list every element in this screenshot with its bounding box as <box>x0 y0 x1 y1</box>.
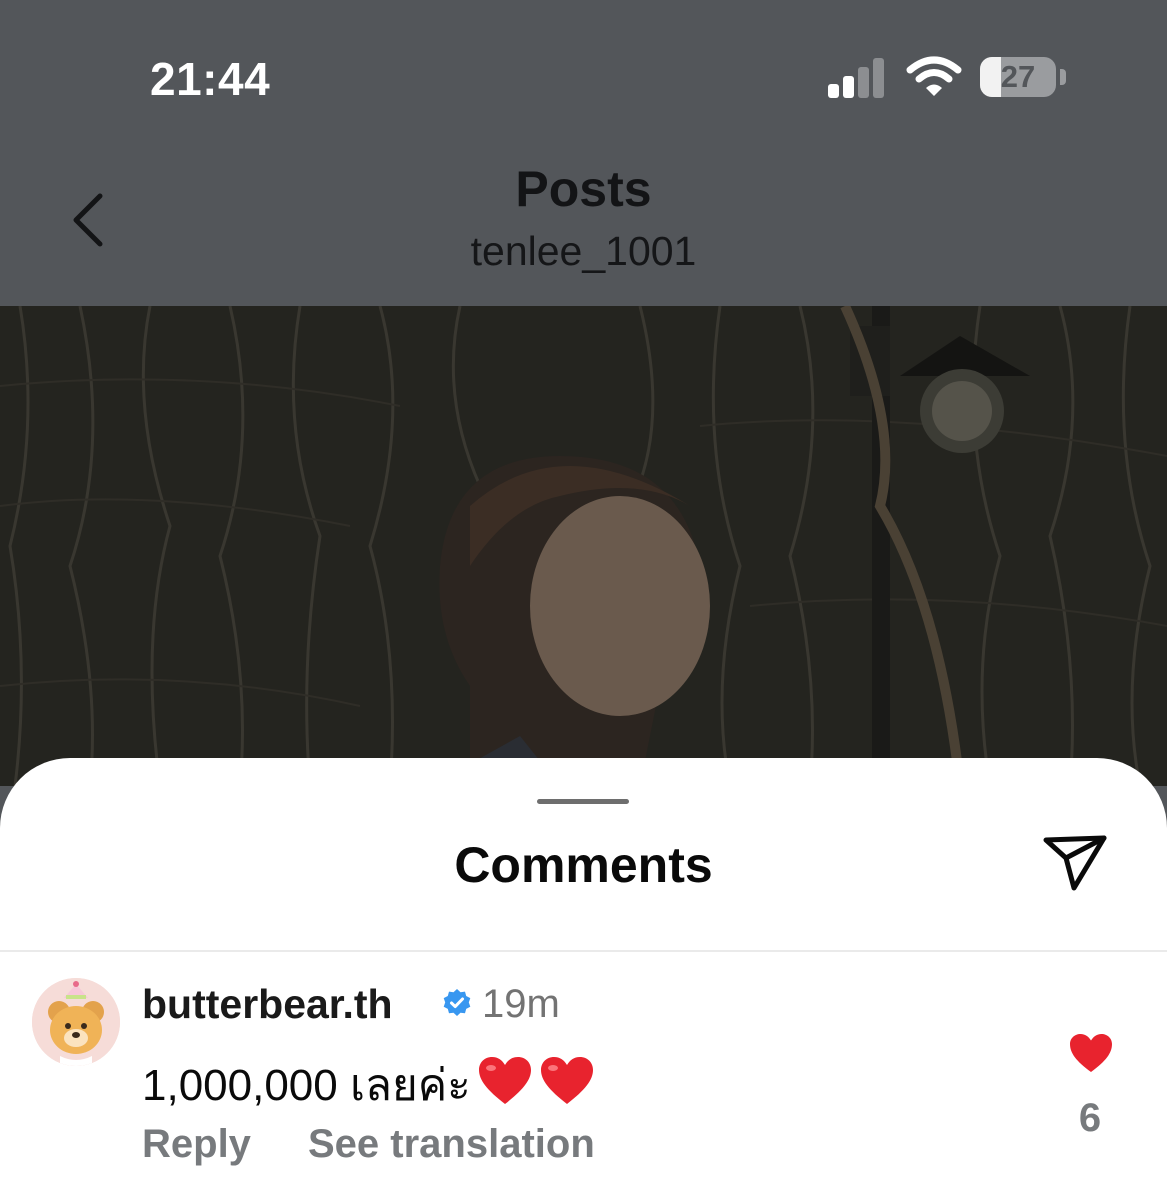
wifi-icon <box>906 56 962 96</box>
comment-timestamp: 19m <box>482 982 560 1026</box>
battery-indicator: 27 <box>980 57 1066 97</box>
post-owner-username[interactable]: tenlee_1001 <box>0 228 1167 275</box>
verified-badge-icon <box>443 989 471 1016</box>
avatar[interactable] <box>32 978 120 1066</box>
send-icon[interactable] <box>1040 832 1110 894</box>
comments-sheet: Comments butterbear.th 19m 1,000,000 เลย… <box>0 758 1167 1200</box>
comment-body: 1,000,000 เลยค่ะ <box>142 1050 595 1120</box>
comments-title: Comments <box>454 837 713 893</box>
see-translation-button[interactable]: See translation <box>308 1122 595 1167</box>
sheet-divider <box>0 950 1167 952</box>
comment-text: 1,000,000 เลยค่ะ <box>142 1061 471 1110</box>
app-screen: 21:44 27 Posts tenlee_1001 Comments butt… <box>0 0 1167 1200</box>
battery-level: 27 <box>1000 59 1036 94</box>
like-count: 6 <box>1078 1096 1102 1140</box>
cellular-signal-icon <box>828 58 884 98</box>
post-photo <box>0 306 1167 786</box>
page-title: Posts <box>515 161 652 217</box>
status-time: 21:44 <box>150 53 271 105</box>
red-heart-emoji-icon <box>540 1057 593 1104</box>
heart-icon[interactable] <box>1068 1032 1114 1074</box>
reply-button[interactable]: Reply <box>142 1122 251 1167</box>
comment-username[interactable]: butterbear.th <box>142 981 393 1028</box>
sheet-grabber[interactable] <box>537 799 629 804</box>
red-heart-emoji-icon <box>478 1057 531 1104</box>
